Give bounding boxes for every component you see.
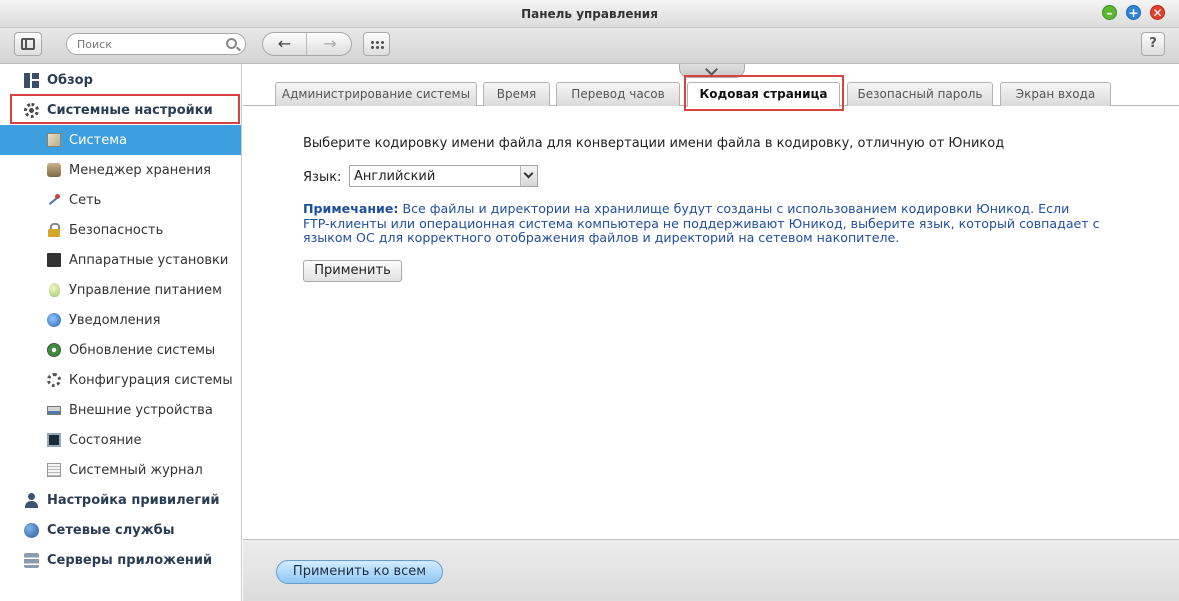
help-button[interactable]: ? [1141,32,1165,56]
sidebar-item-system-update[interactable]: Обновление системы [0,335,241,365]
language-select[interactable]: Английский [349,165,538,187]
tab-system-administration[interactable]: Администрирование системы [275,82,477,106]
sidebar-item-hardware[interactable]: Аппаратные установки [0,245,241,275]
tab-secure-password[interactable]: Безопасный пароль [847,82,993,106]
sidebar-item-system-log[interactable]: Системный журнал [0,455,241,485]
note-text: Примечание: Все файлы и директории на хр… [303,201,1103,246]
gear-icon [24,103,39,118]
notification-icon [47,313,61,327]
sidebar-item-power[interactable]: Управление питанием [0,275,241,305]
window-titlebar: Панель управления – + ✕ [0,0,1179,28]
sidebar-item-notifications[interactable]: Уведомления [0,305,241,335]
sidebar-item-label: Обзор [47,73,93,88]
sidebar-item-overview[interactable]: Обзор [0,65,241,95]
system-icon [47,133,61,147]
sidebar-item-label: Обновление системы [69,343,216,358]
apps-grid-button[interactable] [363,32,390,56]
note-title: Примечание: [303,201,399,216]
note-line: FTP-клиенты или операционная система ком… [303,215,1100,231]
sidebar-item-system-config[interactable]: Конфигурация системы [0,365,241,395]
sidebar: Обзор Системные настройки Система Менедж… [0,64,242,601]
sidebar-item-privileges[interactable]: Настройка привилегий [0,485,241,515]
minimize-button[interactable]: – [1102,5,1117,20]
sidebar-item-label: Менеджер хранения [69,163,211,178]
codepage-intro: Выберите кодировку имени файла для конве… [303,136,1005,151]
log-icon [47,463,61,477]
sidebar-item-label: Серверы приложений [47,553,213,568]
sidebar-item-storage-manager[interactable]: Менеджер хранения [0,155,241,185]
sidebar-item-label: Состояние [69,433,142,448]
user-icon [24,493,39,508]
globe-icon [24,523,39,538]
history-nav: ← → [262,32,352,56]
sidebar-item-label: Системный журнал [69,463,203,478]
sidebar-item-label: Внешние устройства [69,403,213,418]
language-label: Язык: [303,170,342,185]
apply-all-button[interactable]: Применить ко всем [276,560,443,584]
highlight-box [684,75,844,111]
server-icon [24,553,39,568]
sidebar-item-external-devices[interactable]: Внешние устройства [0,395,241,425]
sidebar-item-label: Сетевые службы [47,523,175,538]
tab-daylight-saving[interactable]: Перевод часов [556,82,680,106]
chevron-down-icon[interactable] [520,166,537,186]
sidebar-item-label: Система [69,133,128,148]
sidebar-item-network[interactable]: Сеть [0,185,241,215]
window-title: Панель управления [521,7,658,21]
note-line: языком ОС для корректного отображения фа… [303,230,900,245]
note-line: Все файлы и директории на хранилище буду… [398,201,1070,216]
sidebar-item-label: Настройка привилегий [47,493,220,508]
search-icon[interactable] [226,38,237,49]
monitor-icon [47,433,61,447]
search-input[interactable] [77,36,222,52]
hardware-icon [47,253,61,267]
language-value: Английский [354,169,436,184]
tab-strip: Администрирование системы Время Перевод … [243,64,1179,111]
sidebar-item-label: Аппаратные установки [69,253,229,268]
sidebar-item-label: Конфигурация системы [69,373,233,388]
footer-bar: Применить ко всем [243,539,1179,601]
panel-icon [21,38,35,50]
sidebar-item-network-services[interactable]: Сетевые службы [0,515,241,545]
tab-time[interactable]: Время [483,82,550,106]
grid-icon [370,40,384,49]
sidebar-item-system-settings[interactable]: Системные настройки [0,95,241,125]
external-device-icon [47,406,61,415]
back-button[interactable]: ← [263,33,307,55]
sidebar-item-label: Системные настройки [47,103,213,118]
lock-icon [47,223,61,237]
apply-button[interactable]: Применить [303,260,402,282]
sidebar-item-label: Уведомления [69,313,161,328]
sidebar-item-status[interactable]: Состояние [0,425,241,455]
sidebar-item-label: Сеть [69,193,102,208]
maximize-button[interactable]: + [1126,5,1141,20]
sidebar-item-label: Управление питанием [69,283,222,298]
sidebar-item-label: Безопасность [69,223,164,238]
bulb-icon [49,283,60,297]
storage-icon [47,163,61,177]
sidebar-item-system[interactable]: Система [0,125,241,155]
toolbar: ← → ? [0,28,1179,64]
network-icon [47,193,61,207]
toggle-panel-button[interactable] [14,32,42,56]
main-panel: Администрирование системы Время Перевод … [243,64,1179,601]
sidebar-item-security[interactable]: Безопасность [0,215,241,245]
overview-grid-icon [24,73,39,88]
search-box[interactable] [66,33,246,55]
close-button[interactable]: ✕ [1150,5,1165,20]
forward-button[interactable]: → [308,33,351,55]
config-gear-icon [47,373,61,387]
tab-login-screen[interactable]: Экран входа [1000,82,1111,106]
sidebar-item-app-servers[interactable]: Серверы приложений [0,545,241,575]
update-icon [47,343,61,357]
